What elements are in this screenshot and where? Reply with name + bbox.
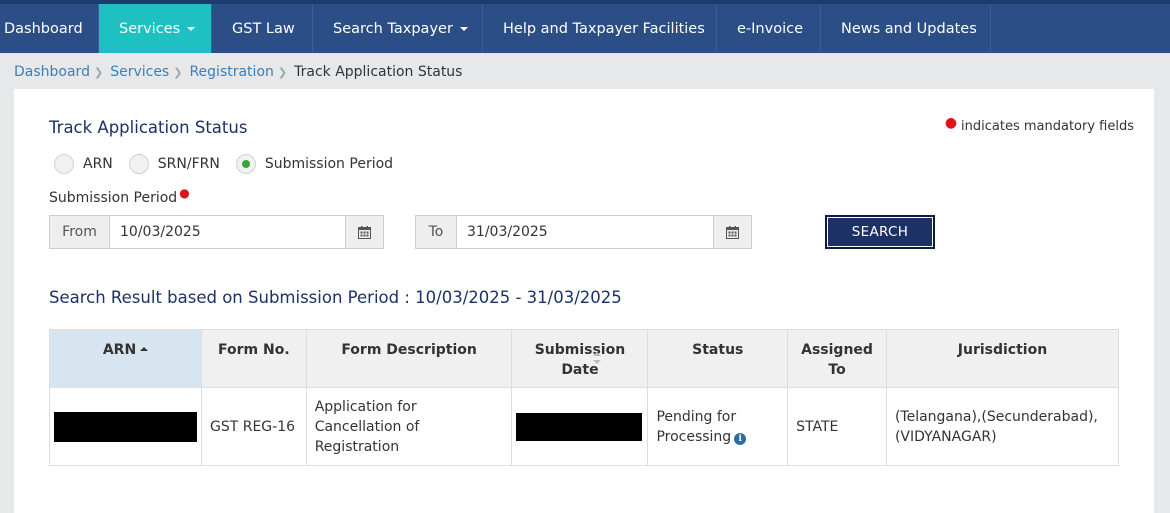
from-date-group: From — [49, 215, 384, 249]
caret-down-icon — [187, 26, 196, 31]
radio-arn[interactable]: ARN — [54, 154, 113, 174]
caret-down-icon — [459, 26, 468, 31]
cell-assigned-to: STATE — [787, 387, 887, 466]
results-table: ARN Form No. Form Description Submission… — [49, 329, 1120, 466]
form-description-text: Application for Cancellation of Registra… — [314, 398, 420, 455]
nav-label: News and Updates — [841, 20, 977, 37]
to-label: To — [416, 216, 457, 248]
column-label: Status — [692, 342, 744, 358]
redacted-arn — [54, 411, 197, 442]
radio-submission-period[interactable]: Submission Period — [235, 154, 394, 174]
mandatory-note-text: indicates mandatory fields — [961, 119, 1134, 134]
from-date-input[interactable] — [110, 216, 345, 248]
nav-item-einvoice[interactable]: e-Invoice — [717, 4, 821, 53]
nav-item-services[interactable]: Services — [99, 4, 212, 53]
nav-label: Search Taxpayer — [333, 20, 453, 37]
chevron-right-icon: ❯ — [93, 65, 104, 79]
search-button[interactable]: SEARCH — [825, 215, 935, 249]
nav-label: Help and Taxpayer Facilities — [503, 20, 705, 37]
nav-item-news[interactable]: News and Updates — [821, 4, 991, 53]
sort-both-icon — [593, 352, 602, 364]
column-header-form-no[interactable]: Form No. — [201, 329, 307, 388]
radio-label: ARN — [83, 156, 113, 172]
column-label: Form Description — [341, 342, 477, 358]
radio-circle[interactable] — [54, 154, 74, 174]
nav-label: Dashboard — [4, 20, 83, 37]
table-row: GST REG-16 Application for Cancellation … — [49, 387, 1120, 466]
column-label: Submission Date — [534, 342, 626, 378]
radio-circle-selected[interactable] — [235, 154, 256, 174]
cell-form-description: Application for Cancellation of Registra… — [305, 387, 513, 466]
cell-status: Pending for Processing i — [647, 387, 789, 466]
column-header-assigned-to[interactable]: Assigned To — [787, 329, 887, 388]
breadcrumb: Dashboard ❯ Services ❯ Registration ❯ Tr… — [14, 62, 462, 82]
radio-label: SRN/FRN — [157, 156, 220, 172]
column-header-arn[interactable]: ARN — [49, 329, 202, 388]
to-date-group: To — [415, 215, 752, 249]
calendar-icon[interactable] — [345, 216, 383, 248]
column-header-form-description[interactable]: Form Description — [305, 329, 513, 388]
page-title: Track Application Status — [49, 118, 248, 137]
sort-ascending-icon — [140, 347, 149, 351]
column-label: ARN — [102, 342, 137, 358]
breadcrumb-current: Track Application Status — [294, 64, 463, 80]
search-type-radio-group: ARN SRN/FRN Submission Period — [54, 154, 409, 174]
info-icon[interactable]: i — [734, 432, 747, 445]
nav-item-help[interactable]: Help and Taxpayer Facilities — [483, 4, 717, 53]
required-dot-icon: ● — [179, 186, 190, 200]
status-text: Pending for Processing — [656, 408, 737, 445]
radio-circle[interactable] — [128, 154, 149, 174]
required-dot-icon: ● — [944, 115, 958, 131]
table-header-row: ARN Form No. Form Description Submission… — [49, 329, 1120, 388]
field-label-text: Submission Period — [49, 190, 178, 206]
nav-label: GST Law — [232, 20, 295, 37]
search-result-title: Search Result based on Submission Period… — [49, 288, 622, 307]
chevron-right-icon: ❯ — [173, 65, 183, 79]
chevron-right-icon: ❯ — [277, 65, 288, 79]
cell-submission-date — [511, 387, 649, 466]
to-date-input[interactable] — [457, 216, 713, 248]
nav-item-dashboard[interactable]: Dashboard — [0, 4, 99, 53]
radio-label: Submission Period — [264, 156, 394, 172]
breadcrumb-registration[interactable]: Registration — [189, 64, 273, 80]
redacted-submission-date — [516, 412, 643, 441]
nav-label: e-Invoice — [737, 20, 803, 37]
nav-item-gst-law[interactable]: GST Law — [212, 4, 313, 53]
column-label: Form No. — [218, 342, 290, 358]
main-nav: Dashboard Services GST Law Search Taxpay… — [0, 4, 1170, 53]
jurisdiction-text: (Telangana),(Secunderabad),(VIDYANAGAR) — [894, 408, 1098, 445]
column-label: Jurisdiction — [957, 342, 1048, 358]
cell-jurisdiction: (Telangana),(Secunderabad),(VIDYANAGAR) — [885, 387, 1120, 466]
nav-label: Services — [119, 20, 181, 37]
column-header-submission-date[interactable]: Submission Date — [511, 329, 649, 388]
submission-period-label: Submission Period ● — [49, 186, 190, 206]
column-header-jurisdiction[interactable]: Jurisdiction — [885, 329, 1120, 388]
breadcrumb-dashboard[interactable]: Dashboard — [14, 64, 90, 80]
cell-arn — [49, 387, 202, 466]
nav-item-search-taxpayer[interactable]: Search Taxpayer — [313, 4, 483, 53]
from-label: From — [50, 216, 110, 248]
radio-srn-frn[interactable]: SRN/FRN — [128, 154, 220, 174]
column-header-status[interactable]: Status — [647, 329, 789, 388]
breadcrumb-services[interactable]: Services — [110, 64, 169, 80]
column-label: Assigned To — [801, 342, 873, 378]
mandatory-note: ● indicates mandatory fields — [945, 115, 1134, 134]
cell-form-no: GST REG-16 — [201, 387, 307, 466]
calendar-icon[interactable] — [713, 216, 751, 248]
